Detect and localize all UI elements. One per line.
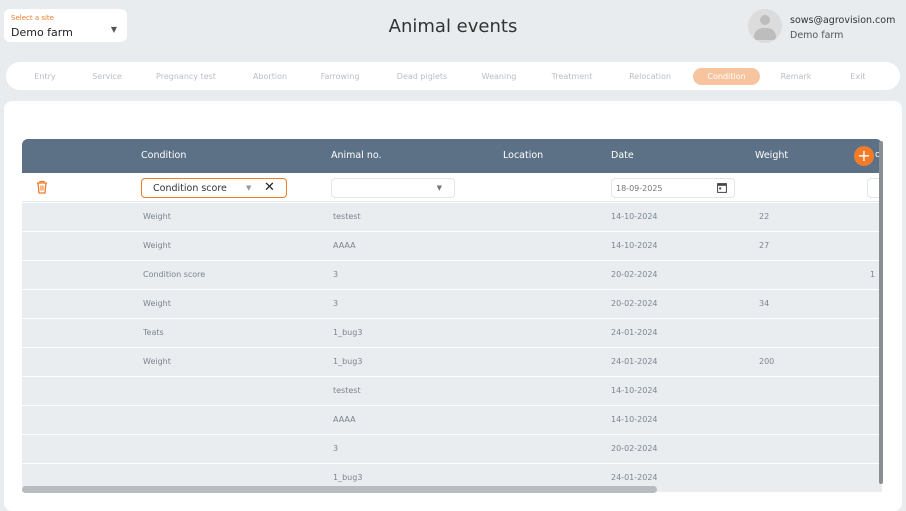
horizontal-scrollbar[interactable] (22, 486, 657, 493)
cell-condition: Teats (143, 328, 164, 337)
cell-condition: Weight (143, 241, 171, 250)
vertical-scrollbar[interactable] (879, 141, 883, 484)
edit-row: Condition score ▼ ✕ ▼ 18-09-2025 (22, 173, 882, 202)
cell-date: 14-10-2024 (611, 415, 658, 424)
user-farm: Demo farm (790, 30, 844, 41)
tab-weaning[interactable]: Weaning (479, 68, 519, 85)
cell-animal-no: 3 (333, 444, 339, 453)
cell-date: 24-01-2024 (611, 473, 658, 482)
cell-date: 24-01-2024 (611, 328, 658, 337)
cell-date: 24-01-2024 (611, 357, 658, 366)
tab-exit[interactable]: Exit (848, 68, 868, 85)
clear-icon[interactable]: ✕ (264, 180, 275, 195)
cell-animal-no: AAAA (333, 241, 356, 250)
cell-weight: 27 (759, 241, 770, 250)
cell-animal-no: 3 (333, 270, 339, 279)
chevron-down-icon: ▼ (246, 184, 252, 192)
condition-select-value: Condition score (153, 183, 227, 194)
grid-header: Condition Animal no. Location Date Weigh… (22, 139, 882, 173)
tab-remark[interactable]: Remark (777, 68, 815, 85)
tab-abortion[interactable]: Abortion (250, 68, 290, 85)
trash-icon[interactable] (36, 180, 48, 194)
table-row[interactable]: Weight testest 14-10-2024 22 (22, 203, 882, 232)
table-row[interactable]: Weight 1_bug3 24-01-2024 200 (22, 348, 882, 377)
event-tabs: Entry Service Pregnancy test Abortion Fa… (6, 62, 900, 90)
table-row[interactable]: Condition score 3 20-02-2024 1 (22, 261, 882, 290)
cell-weight: 200 (759, 357, 775, 366)
tab-relocation[interactable]: Relocation (626, 68, 674, 85)
cell-animal-no: 1_bug3 (333, 328, 363, 337)
table-row[interactable]: testest 14-10-2024 (22, 377, 882, 406)
cell-date: 20-02-2024 (611, 299, 658, 308)
header-weight[interactable]: Weight (755, 150, 788, 161)
cell-animal-no: 3 (333, 299, 339, 308)
tab-condition[interactable]: Condition (693, 68, 760, 85)
tab-farrowing[interactable]: Farrowing (317, 68, 363, 85)
cell-weight: 22 (759, 212, 770, 221)
events-grid: Condition Animal no. Location Date Weigh… (22, 139, 882, 494)
user-menu[interactable]: sows@agrovision.com Demo farm (746, 6, 906, 44)
tab-treatment[interactable]: Treatment (549, 68, 595, 85)
cell-condition: Weight (143, 357, 171, 366)
table-row[interactable]: Teats 1_bug3 24-01-2024 (22, 319, 882, 348)
cell-animal-no: testest (333, 386, 361, 395)
avatar-icon (748, 9, 782, 43)
date-input[interactable]: 18-09-2025 (611, 178, 735, 198)
cell-condition: Condition score (143, 270, 206, 279)
condition-select[interactable]: Condition score ▼ ✕ (141, 178, 287, 198)
tab-dead-piglets[interactable]: Dead piglets (392, 68, 452, 85)
table-row[interactable]: 3 20-02-2024 (22, 435, 882, 464)
calendar-icon[interactable] (717, 182, 727, 193)
cell-date: 14-10-2024 (611, 212, 658, 221)
tab-service[interactable]: Service (88, 68, 126, 85)
cell-date: 14-10-2024 (611, 386, 658, 395)
table-row[interactable]: AAAA 14-10-2024 (22, 406, 882, 435)
cell-extra: 1 (870, 270, 876, 279)
user-email: sows@agrovision.com (790, 15, 896, 26)
date-input-value: 18-09-2025 (616, 184, 663, 193)
cell-weight: 34 (759, 299, 770, 308)
table-row[interactable]: Weight AAAA 14-10-2024 27 (22, 232, 882, 261)
header-date[interactable]: Date (611, 150, 634, 161)
cell-condition: Weight (143, 299, 171, 308)
cell-animal-no: 1_bug3 (333, 357, 363, 366)
header-location[interactable]: Location (503, 150, 543, 161)
tab-pregnancy-test[interactable]: Pregnancy test (152, 68, 220, 85)
table-row[interactable]: Weight 3 20-02-2024 34 (22, 290, 882, 319)
chevron-down-icon: ▼ (436, 184, 442, 192)
cell-date: 14-10-2024 (611, 241, 658, 250)
header-animal-no[interactable]: Animal no. (331, 150, 382, 161)
cell-date: 20-02-2024 (611, 444, 658, 453)
header-condition[interactable]: Condition (141, 150, 186, 161)
animal-select[interactable]: ▼ (331, 178, 455, 198)
cell-animal-no: AAAA (333, 415, 356, 424)
cell-animal-no: testest (333, 212, 361, 221)
cell-date: 20-02-2024 (611, 270, 658, 279)
add-row-button[interactable]: + (854, 146, 874, 166)
cell-condition: Weight (143, 212, 171, 221)
tab-entry[interactable]: Entry (27, 68, 63, 85)
cell-animal-no: 1_bug3 (333, 473, 363, 482)
